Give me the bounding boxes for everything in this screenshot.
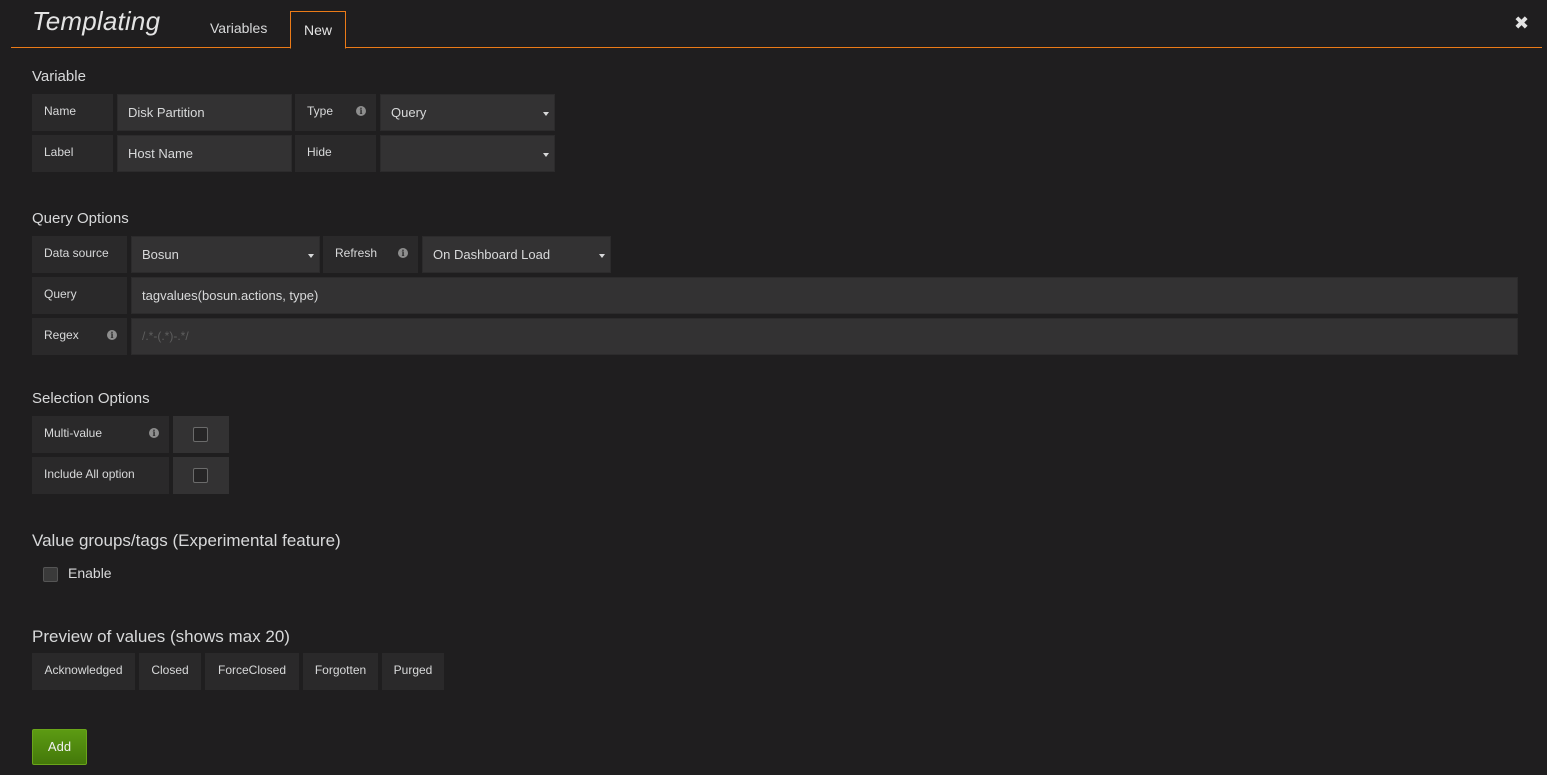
caret-down-icon <box>543 112 549 116</box>
section-title-variable: Variable <box>32 68 86 85</box>
name-input[interactable]: Disk Partition <box>117 94 292 131</box>
preview-value: Closed <box>139 653 201 690</box>
caret-down-icon <box>599 254 605 258</box>
info-icon[interactable]: i <box>107 330 117 340</box>
info-icon[interactable]: i <box>398 248 408 258</box>
multivalue-checkbox[interactable] <box>193 427 208 442</box>
caret-down-icon <box>543 153 549 157</box>
refresh-label: Refresh i <box>323 236 418 273</box>
regex-label: Regex i <box>32 318 127 355</box>
enable-label[interactable]: Enable <box>68 565 112 581</box>
type-label: Type i <box>295 94 376 131</box>
include-all-label: Include All option <box>32 457 169 494</box>
refresh-select-value: On Dashboard Load <box>433 247 551 262</box>
add-button[interactable]: Add <box>32 729 87 765</box>
type-select[interactable]: Query <box>380 94 555 131</box>
preview-value: ForceClosed <box>205 653 299 690</box>
info-icon[interactable]: i <box>356 106 366 116</box>
preview-value: Purged <box>382 653 444 690</box>
section-title-preview: Preview of values (shows max 20) <box>32 627 290 646</box>
preview-value: Forgotten <box>303 653 378 690</box>
hide-label: Hide <box>295 135 376 172</box>
info-icon[interactable]: i <box>149 428 159 438</box>
enable-checkbox[interactable] <box>43 567 58 582</box>
refresh-label-text: Refresh <box>335 246 378 260</box>
regex-label-text: Regex <box>44 328 79 342</box>
page-title: Templating <box>32 6 161 36</box>
datasource-select[interactable]: Bosun <box>131 236 320 273</box>
multivalue-checkbox-box <box>173 416 229 453</box>
preview-value: Acknowledged <box>32 653 135 690</box>
multivalue-label: Multi-value i <box>32 416 169 453</box>
editor-header: Templating Variables New ✖ <box>11 0 1542 49</box>
include-all-checkbox[interactable] <box>193 468 208 483</box>
label-label: Label <box>32 135 113 172</box>
include-all-checkbox-box <box>173 457 229 494</box>
datasource-label: Data source <box>32 236 127 273</box>
refresh-select[interactable]: On Dashboard Load <box>422 236 611 273</box>
type-select-value: Query <box>391 105 427 120</box>
hide-select[interactable] <box>380 135 555 172</box>
datasource-select-value: Bosun <box>142 247 179 262</box>
tab-variables[interactable]: Variables <box>196 11 281 49</box>
caret-down-icon <box>308 254 314 258</box>
section-title-value-groups: Value groups/tags (Experimental feature) <box>32 531 341 550</box>
type-label-text: Type <box>307 104 334 118</box>
section-title-selection-options: Selection Options <box>32 390 150 407</box>
close-icon[interactable]: ✖ <box>1514 14 1530 32</box>
query-input[interactable]: tagvalues(bosun.actions, type) <box>131 277 1518 314</box>
query-label: Query <box>32 277 127 314</box>
name-label: Name <box>32 94 113 131</box>
label-input[interactable]: Host Name <box>117 135 292 172</box>
multivalue-label-text: Multi-value <box>44 426 103 440</box>
section-title-query-options: Query Options <box>32 210 129 227</box>
tab-new[interactable]: New <box>290 11 346 49</box>
regex-input[interactable]: /.*-(.*)-.*/ <box>131 318 1518 355</box>
